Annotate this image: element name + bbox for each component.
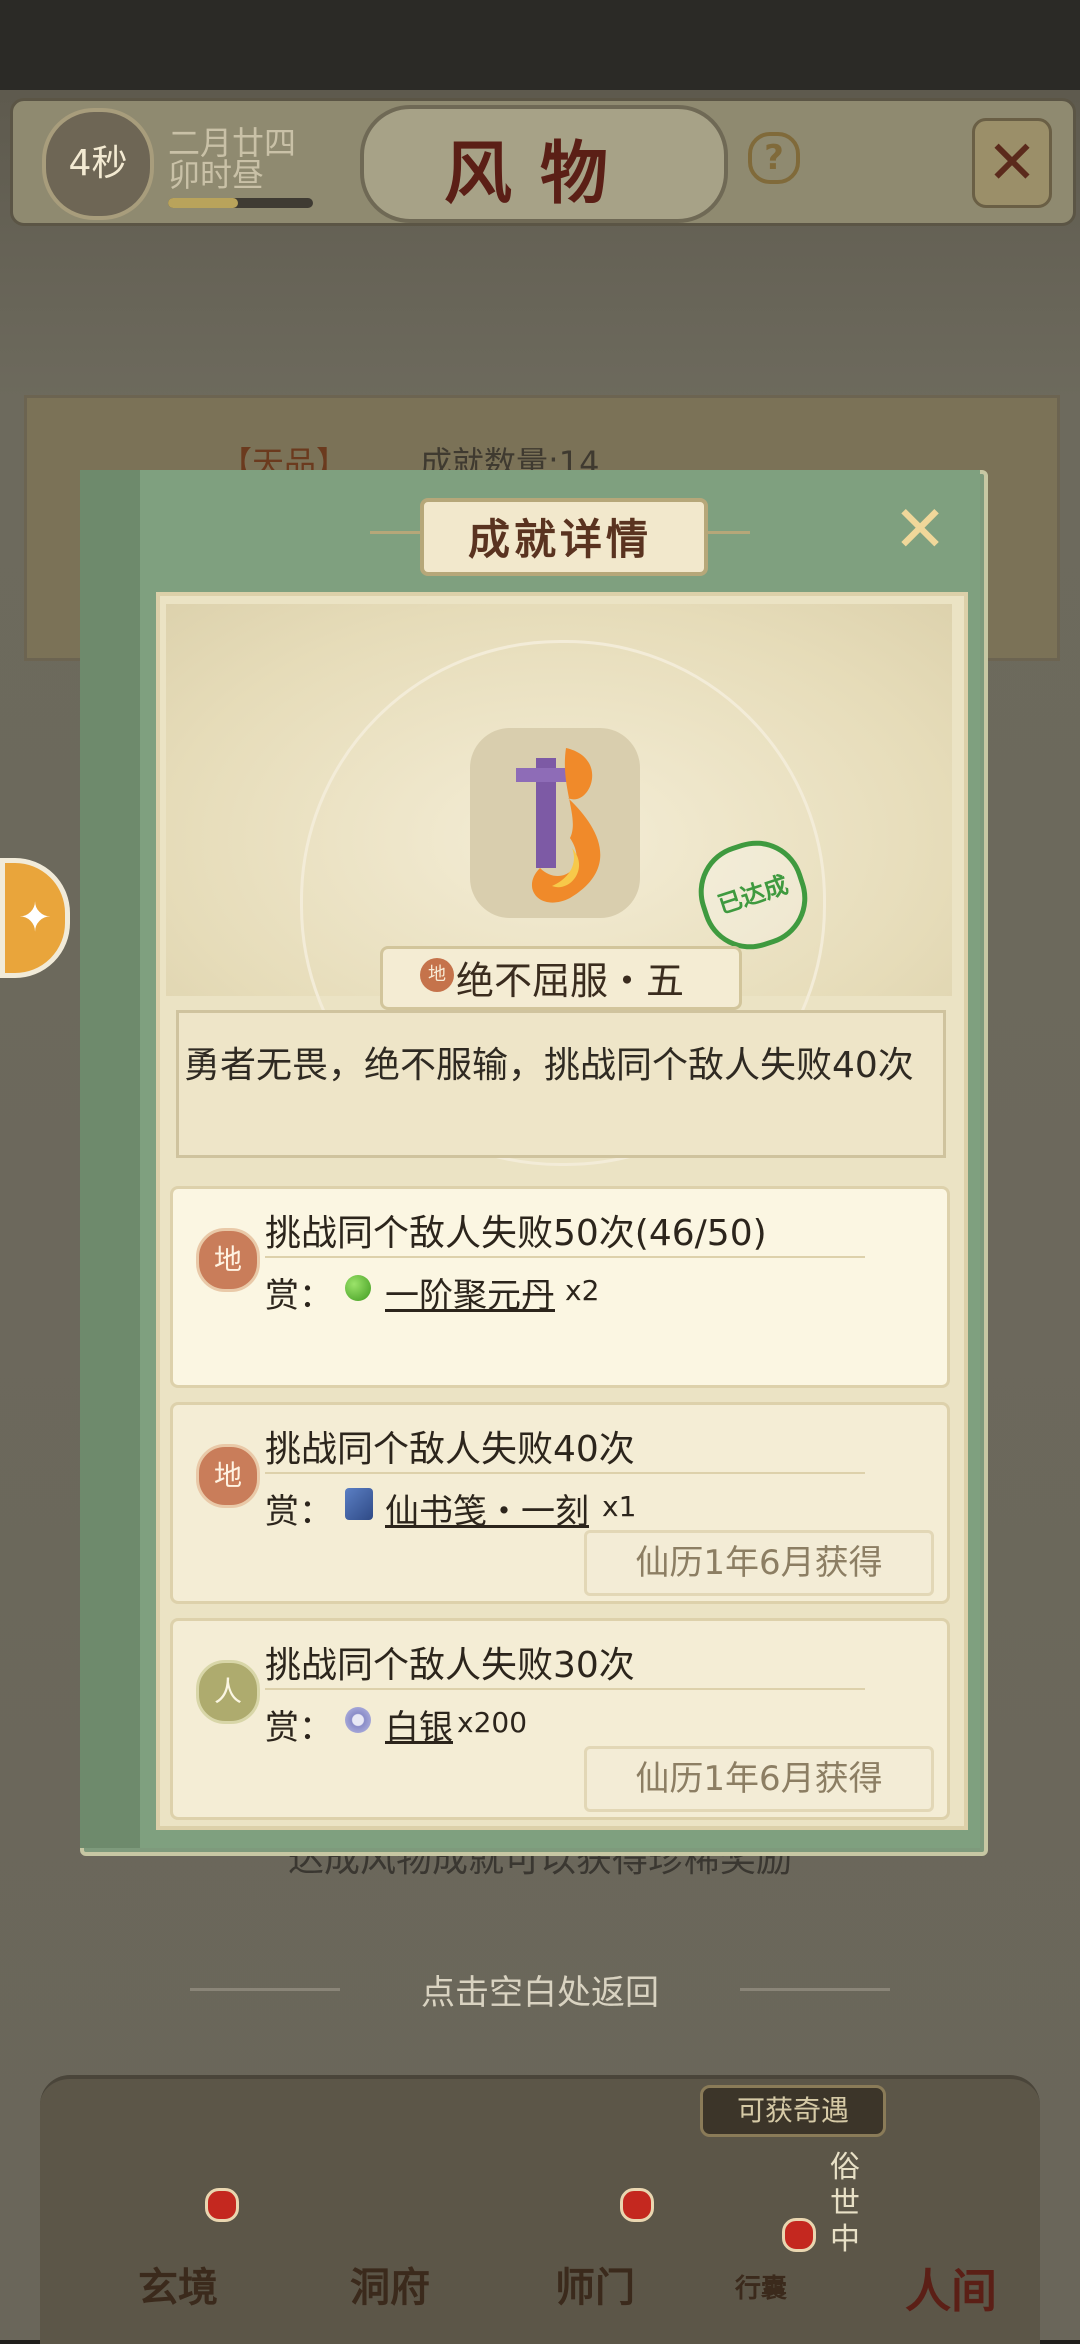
- tier-badge-icon: 地: [420, 958, 454, 992]
- tap-blank-to-return[interactable]: 点击空白处返回: [0, 1965, 1080, 2014]
- stage-title: 挑战同个敌人失败50次(46/50): [265, 1213, 767, 1254]
- tier-badge-icon: 地: [196, 1444, 260, 1508]
- side-gamepad-button[interactable]: ✦: [0, 858, 70, 978]
- tier-badge-icon: 人: [196, 1660, 260, 1724]
- reward-quantity: x200: [457, 1706, 528, 1739]
- stage-title: 挑战同个敌人失败30次: [265, 1645, 635, 1686]
- day-progress-fill: [168, 198, 238, 208]
- sword-flame-icon: [470, 728, 640, 918]
- title-ornament-left: [370, 531, 420, 534]
- stage-title: 挑战同个敌人失败40次: [265, 1429, 635, 1470]
- question-icon[interactable]: ?: [748, 132, 800, 184]
- stage-divider: [265, 1256, 865, 1258]
- reward-name[interactable]: 仙书笺・一刻: [385, 1484, 589, 1533]
- reward-label: 赏：: [265, 1708, 333, 1748]
- scroll-book-icon: [345, 1488, 373, 1520]
- stage-divider: [265, 1472, 865, 1474]
- silver-coin-icon: [345, 1707, 371, 1733]
- red-dot-icon: [620, 2188, 654, 2222]
- modal-spine: [80, 470, 140, 1848]
- reward-quantity: x2: [565, 1274, 600, 1307]
- reward-label: 赏：: [265, 1492, 333, 1532]
- tier-badge-icon: 地: [196, 1228, 260, 1292]
- nav-shimen[interactable]: 师门: [555, 2255, 635, 2313]
- red-dot-icon: [782, 2218, 816, 2252]
- vertical-label: 俗世中: [830, 2150, 860, 2257]
- timer-badge: 4秒: [42, 108, 154, 220]
- stage-divider: [265, 1688, 865, 1690]
- green-pill-icon: [345, 1275, 371, 1301]
- close-x-icon[interactable]: ✕: [972, 118, 1052, 208]
- obtained-date: 仙历1年6月获得: [584, 1746, 934, 1812]
- red-dot-icon: [205, 2188, 239, 2222]
- sword-flame-graphic: [516, 748, 601, 903]
- reward-name[interactable]: 白银: [385, 1700, 453, 1749]
- nav-renjian[interactable]: 人间: [905, 2255, 997, 2321]
- reward-quantity: x1: [602, 1490, 637, 1523]
- time-of-day: 卯时昼: [168, 156, 265, 194]
- nav-dongfu[interactable]: 洞府: [350, 2255, 430, 2313]
- page-title: 风物: [443, 134, 636, 214]
- bag-tag: 可获奇遇: [700, 2085, 886, 2137]
- reward-name[interactable]: 一阶聚元丹: [385, 1268, 555, 1317]
- reward-label: 赏：: [265, 1276, 333, 1316]
- nav-xuanjing[interactable]: 玄境: [138, 2255, 218, 2313]
- gamepad-icon: ✦: [18, 895, 52, 941]
- modal-title: 成就详情: [467, 515, 652, 564]
- achievement-description: 勇者无畏，绝不服输，挑战同个敌人失败40次: [184, 1045, 914, 1086]
- achievement-name: 绝不屈服・五: [456, 959, 685, 1003]
- nav-xingnang[interactable]: 行囊: [735, 2268, 787, 2305]
- modal-close-icon[interactable]: ✕: [888, 498, 952, 562]
- obtained-date: 仙历1年6月获得: [584, 1530, 934, 1596]
